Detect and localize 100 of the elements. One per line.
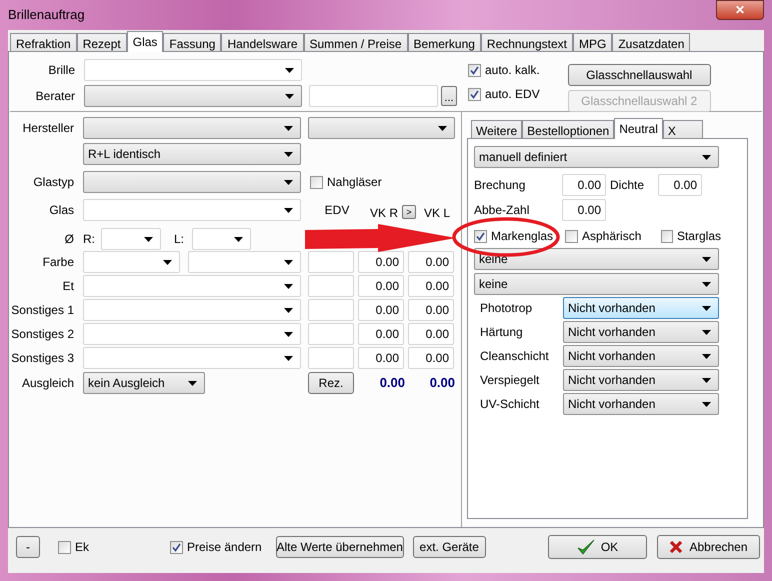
field-label: Sonstiges 2 bbox=[10, 326, 74, 343]
tab[interactable]: Summen / Preise bbox=[304, 33, 408, 51]
button[interactable]: ext. Geräte bbox=[412, 536, 486, 558]
dropdown[interactable]: R+L identisch bbox=[83, 143, 301, 165]
input-field[interactable]: 0.00 bbox=[358, 251, 404, 273]
field-label: Ausgleich bbox=[20, 375, 74, 392]
checkbox[interactable] bbox=[468, 88, 481, 100]
dropdown[interactable]: Nicht vorhanden bbox=[563, 297, 719, 319]
dropdown[interactable]: kein Ausgleich bbox=[83, 372, 205, 394]
tab[interactable]: Rechnungstext bbox=[480, 33, 573, 51]
dropdown[interactable] bbox=[83, 171, 301, 193]
checkbox-label: Asphärisch bbox=[582, 228, 642, 245]
input-field[interactable]: 0.00 bbox=[408, 347, 454, 369]
input-field[interactable] bbox=[308, 323, 354, 345]
dropdown-caret-icon bbox=[285, 94, 294, 98]
field-label: Dichte bbox=[610, 177, 646, 194]
input-field[interactable]: 0.00 bbox=[408, 275, 454, 297]
dropdown[interactable] bbox=[308, 117, 455, 139]
input-field[interactable] bbox=[308, 251, 354, 273]
swap-button[interactable]: > bbox=[402, 205, 416, 219]
checkbox-label: Preise ändern bbox=[187, 539, 262, 556]
checkbox[interactable] bbox=[170, 540, 183, 554]
tab[interactable]: X bbox=[662, 120, 703, 138]
dropdown[interactable]: Nicht vorhanden bbox=[563, 321, 719, 343]
input-field[interactable]: 0.00 bbox=[358, 275, 404, 297]
checkbox[interactable] bbox=[565, 230, 578, 242]
dropdown-caret-icon bbox=[284, 180, 293, 184]
input-field[interactable] bbox=[308, 299, 354, 321]
checkmark-icon bbox=[470, 90, 479, 98]
tab[interactable]: Zusatzdaten bbox=[612, 33, 690, 51]
dropdown[interactable]: keine bbox=[474, 273, 719, 295]
dropdown[interactable] bbox=[84, 85, 302, 107]
field-label: Verspiegelt bbox=[480, 372, 540, 389]
tab[interactable]: Neutral bbox=[614, 118, 663, 139]
tab[interactable]: Glas bbox=[126, 31, 164, 52]
input-field[interactable] bbox=[308, 347, 354, 369]
tab[interactable]: Rezept bbox=[76, 33, 127, 51]
dropdown-caret-icon bbox=[285, 68, 294, 72]
checkbox[interactable] bbox=[474, 230, 487, 242]
window-title: Brillenauftrag bbox=[8, 6, 85, 24]
checkmark-icon bbox=[470, 66, 479, 74]
tab[interactable]: Weitere bbox=[471, 120, 522, 138]
input-field[interactable]: 0.00 bbox=[358, 323, 404, 345]
dropdown-caret-icon bbox=[702, 330, 711, 334]
field-label: Sonstiges 3 bbox=[10, 350, 74, 367]
button[interactable]: Alte Werte übernehmen bbox=[276, 536, 404, 558]
checkbox[interactable] bbox=[310, 176, 323, 188]
dropdown[interactable]: keine bbox=[474, 248, 719, 270]
tab[interactable]: MPG bbox=[572, 33, 612, 51]
checkmark-icon bbox=[576, 539, 595, 555]
input-field[interactable]: 0.00 bbox=[562, 174, 606, 196]
checkbox-label: Nahgläser bbox=[327, 174, 382, 191]
input-field[interactable]: 0.00 bbox=[408, 251, 454, 273]
input-field[interactable]: 0.00 bbox=[562, 199, 606, 221]
dropdown[interactable]: manuell definiert bbox=[474, 146, 719, 168]
dropdown[interactable] bbox=[83, 117, 301, 139]
dropdown[interactable]: Nicht vorhanden bbox=[563, 393, 719, 415]
tab[interactable]: Fassung bbox=[163, 33, 222, 51]
input-field[interactable]: 0.00 bbox=[358, 347, 404, 369]
checkbox-label: auto. EDV bbox=[485, 86, 540, 103]
field-label: Brille bbox=[47, 62, 75, 79]
dropdown-caret-icon bbox=[188, 380, 197, 386]
column-header: VK R bbox=[370, 205, 398, 222]
button[interactable]: Abbrechen bbox=[657, 535, 760, 559]
button[interactable]: OK bbox=[548, 535, 647, 559]
checkbox[interactable] bbox=[58, 540, 71, 554]
button[interactable]: - bbox=[16, 536, 40, 558]
tab[interactable]: Bemerkung bbox=[408, 33, 481, 51]
input-field[interactable] bbox=[308, 275, 354, 297]
input-field[interactable]: 0.00 bbox=[408, 323, 454, 345]
field-label: UV-Schicht bbox=[480, 396, 540, 413]
column-header: VK L bbox=[424, 205, 450, 222]
dropdown[interactable]: Nicht vorhanden bbox=[563, 345, 719, 367]
browse-button[interactable]: ... bbox=[441, 86, 457, 106]
tab[interactable]: Handelsware bbox=[221, 33, 304, 51]
input-field[interactable] bbox=[309, 85, 438, 107]
dropdown-caret-icon bbox=[144, 236, 153, 242]
dropdown-caret-icon bbox=[284, 332, 293, 336]
input-field[interactable]: 0.00 bbox=[658, 174, 702, 196]
field-label: Härtung bbox=[480, 324, 524, 341]
dropdown-caret-icon bbox=[284, 126, 293, 130]
checkbox-label: Ek bbox=[75, 539, 90, 556]
dropdown-caret-icon bbox=[702, 306, 711, 310]
checkmark-icon bbox=[172, 542, 181, 552]
tab[interactable]: Bestelloptionen bbox=[522, 120, 614, 138]
dropdown[interactable]: Nicht vorhanden bbox=[563, 369, 719, 391]
tab[interactable]: Refraktion bbox=[10, 33, 77, 51]
checkbox[interactable] bbox=[468, 64, 481, 76]
input-field[interactable]: 0.00 bbox=[408, 299, 454, 321]
dropdown-caret-icon bbox=[702, 154, 711, 160]
field-label: Cleanschicht bbox=[480, 348, 550, 365]
button[interactable]: Glasschnellauswahl bbox=[568, 64, 711, 86]
dropdown-caret-icon bbox=[702, 378, 711, 382]
dropdown-caret-icon bbox=[438, 126, 447, 130]
checkbox[interactable] bbox=[661, 230, 673, 242]
input-field[interactable]: 0.00 bbox=[358, 299, 404, 321]
dropdown-caret-icon bbox=[284, 208, 293, 212]
field-label: Berater bbox=[34, 88, 75, 105]
button[interactable]: Rez. bbox=[308, 372, 354, 394]
dropdown-caret-icon bbox=[163, 260, 172, 264]
